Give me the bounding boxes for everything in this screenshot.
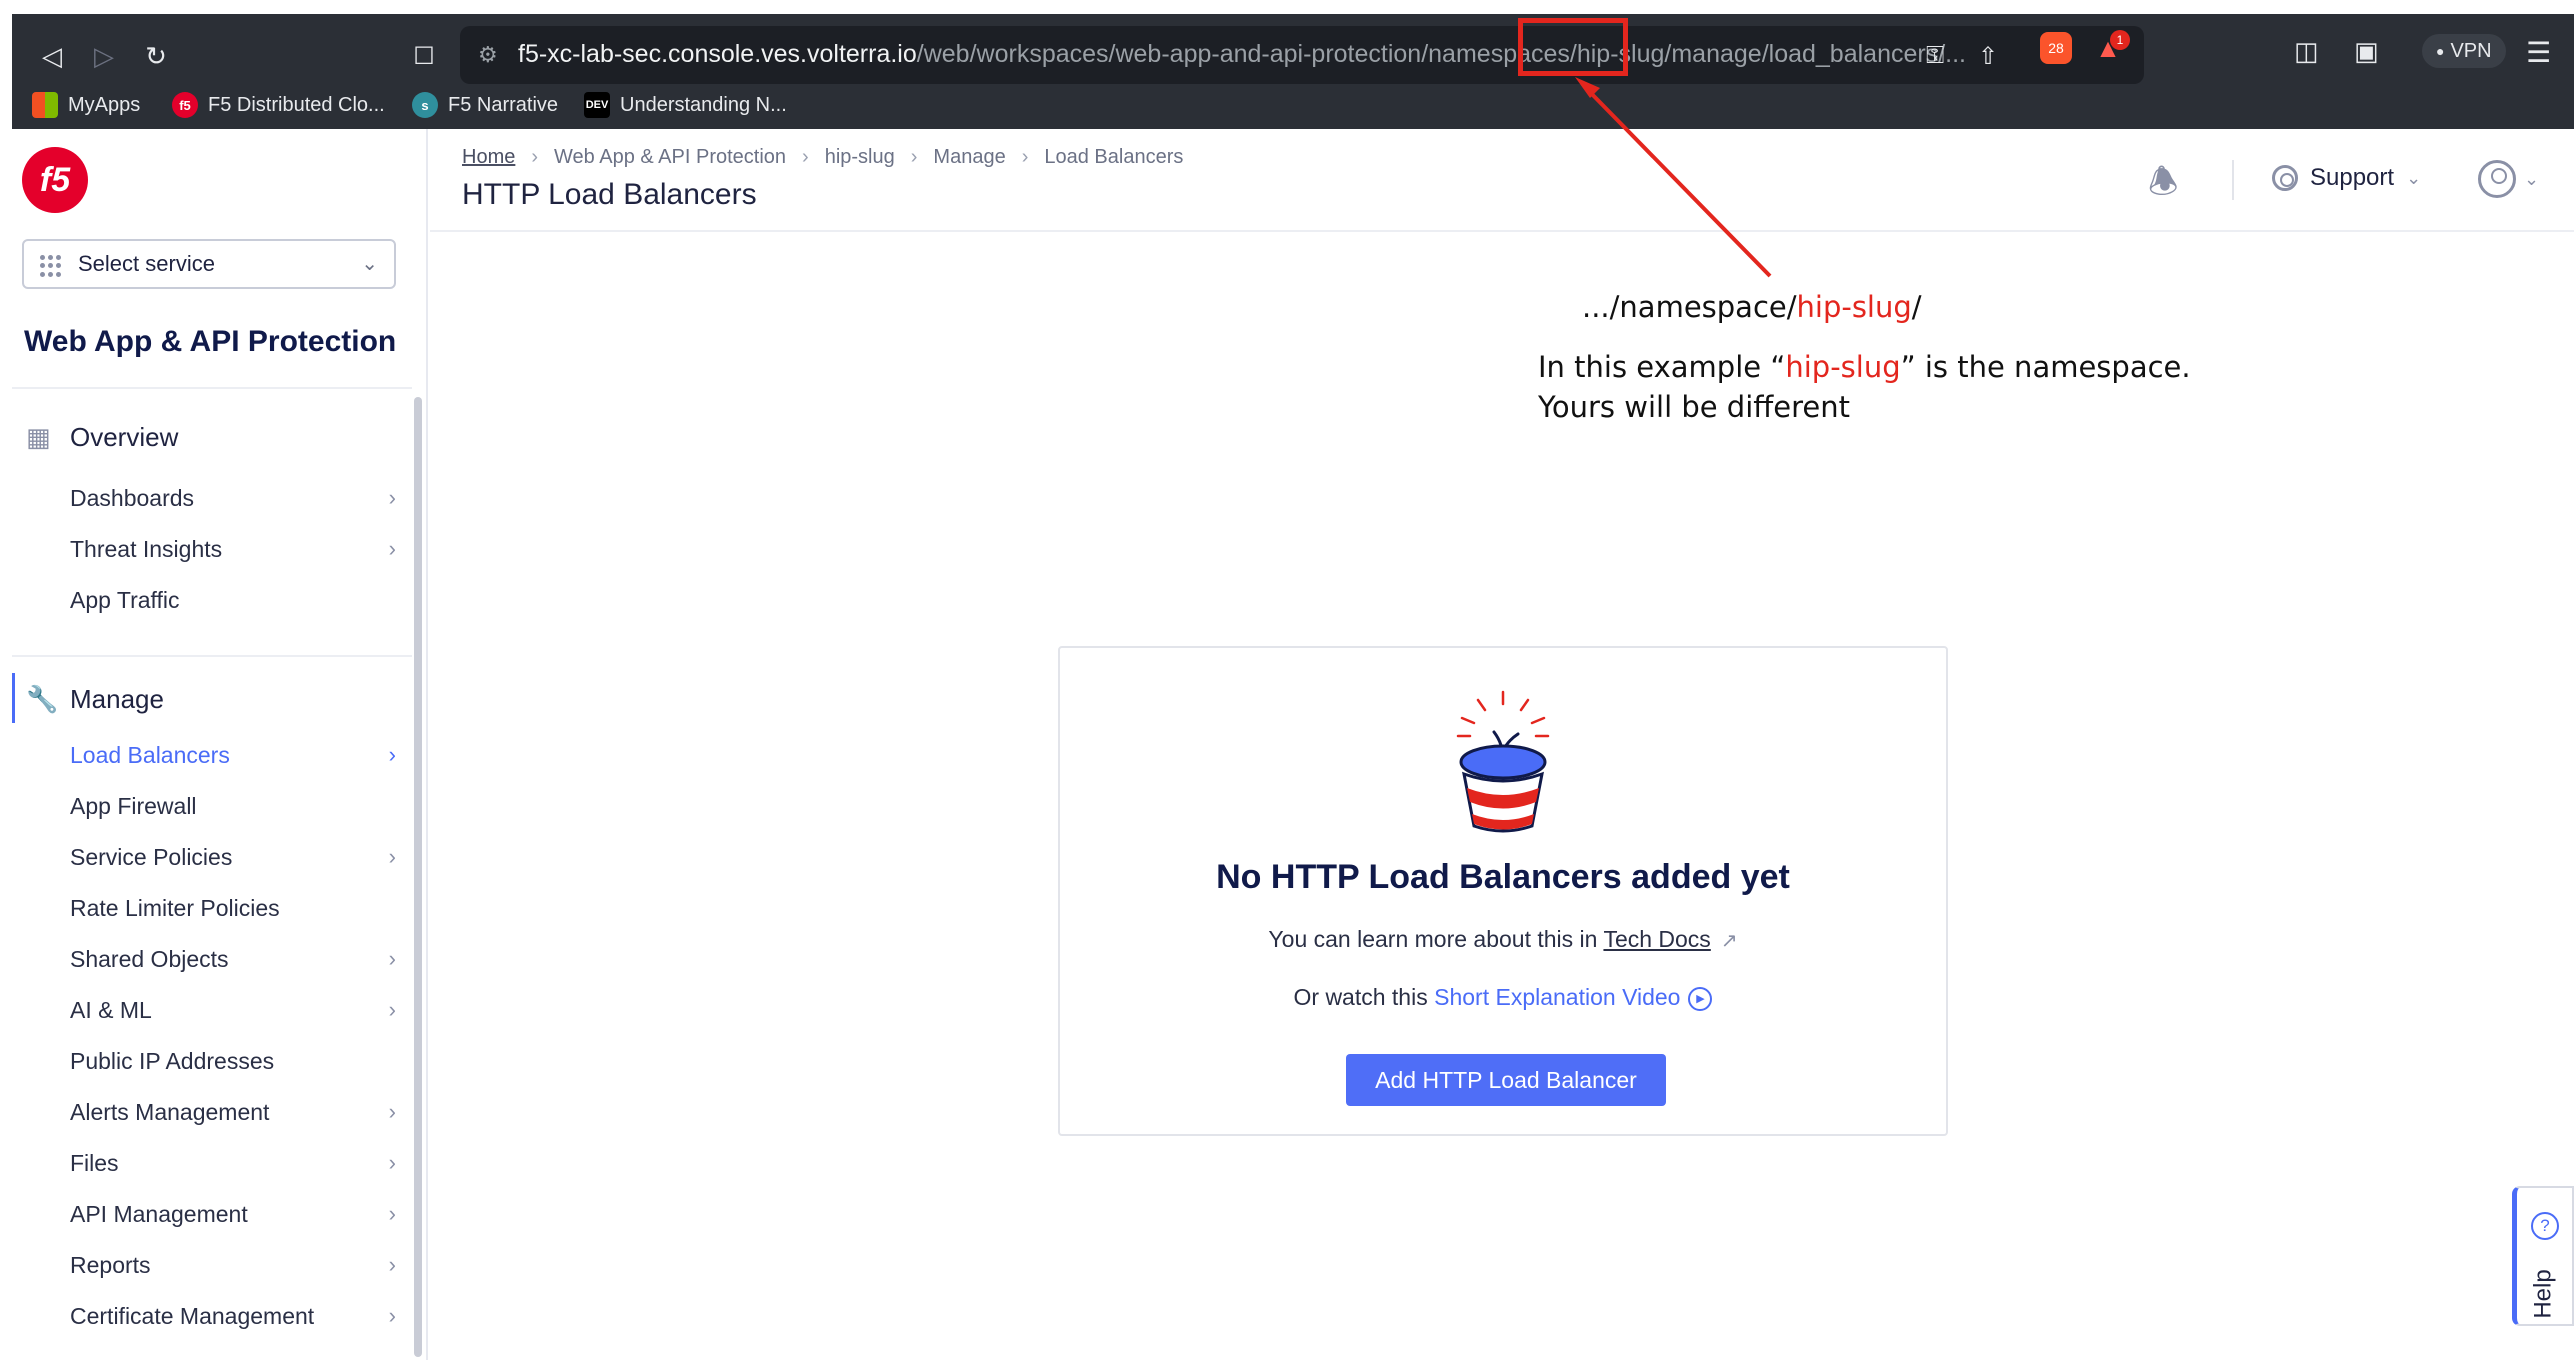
tech-docs-link[interactable]: Tech Docs: [1603, 926, 1710, 952]
annotation-path-prefix: .../namespace/: [1582, 290, 1797, 324]
annotation-line1-prefix: In this example “: [1538, 350, 1786, 384]
annotation-path-suffix: /: [1911, 290, 1922, 324]
add-http-load-balancer-button[interactable]: Add HTTP Load Balancer: [1346, 1054, 1666, 1106]
annotation-line1-suffix: ” is the namespace.: [1900, 350, 2191, 384]
annotation-line-1: In this example “hip-slug” is the namesp…: [1538, 350, 2191, 384]
empty-state-docs-line: You can learn more about this in Tech Do…: [1060, 926, 1946, 953]
annotation-arrow-head: [1575, 77, 1600, 98]
empty-state-video-line: Or watch this Short Explanation Video ▶: [1060, 984, 1946, 1011]
empty-state-title: No HTTP Load Balancers added yet: [1216, 858, 1790, 896]
annotation-arrow-line: [1582, 84, 1772, 278]
help-tab[interactable]: ? Help: [2512, 1186, 2574, 1326]
plant-pot-icon: [1456, 690, 1550, 833]
annotation-path-namespace: hip-slug: [1796, 290, 1912, 324]
help-question-icon: ?: [2531, 1212, 2559, 1240]
annotation-path: .../namespace/hip-slug/: [1582, 290, 1922, 324]
annotation-line1-namespace: hip-slug: [1785, 350, 1901, 384]
help-label: Help: [2529, 1269, 2557, 1319]
annotation-line-2: Yours will be different: [1538, 390, 1850, 424]
play-icon[interactable]: ▶: [1688, 986, 1713, 1011]
empty-state-card: No HTTP Load Balancers added yet You can…: [1058, 646, 1948, 1136]
external-link-icon[interactable]: ↗: [1721, 930, 1738, 952]
explanation-video-link[interactable]: Short Explanation Video: [1434, 984, 1680, 1010]
docs-prefix: You can learn more about this in: [1268, 926, 1604, 952]
video-prefix: Or watch this: [1293, 984, 1435, 1010]
